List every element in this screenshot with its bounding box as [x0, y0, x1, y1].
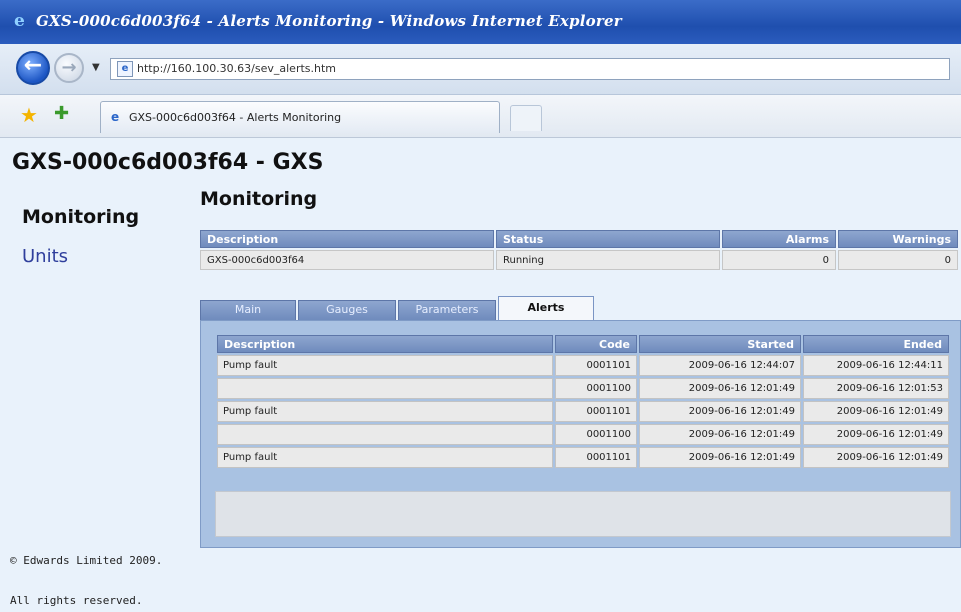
new-tab-button[interactable] [510, 105, 542, 131]
alert-description: Pump fault [217, 355, 553, 376]
alert-ended: 2009-06-16 12:01:49 [803, 401, 949, 422]
alert-ended: 2009-06-16 12:01:53 [803, 378, 949, 399]
footer-copyright: © Edwards Limited 2009. [10, 554, 163, 567]
alerts-header-row: Description Code Started Ended [217, 335, 949, 353]
back-arrow-icon: ← [23, 53, 43, 78]
add-favorites-icon[interactable]: ✚ [54, 103, 69, 124]
sidebar-heading: Monitoring [22, 206, 140, 228]
alerts-panel: Description Code Started Ended Pump faul… [200, 320, 961, 548]
window-title-bar: e GXS-000c6d003f64 - Alerts Monitoring -… [0, 0, 961, 44]
alert-description: Pump fault [217, 401, 553, 422]
table-row: Pump fault 0001101 2009-06-16 12:01:49 2… [217, 447, 949, 468]
alert-code: 0001101 [555, 447, 637, 468]
summary-header-warnings: Warnings [838, 230, 958, 248]
alerts-table: Description Code Started Ended Pump faul… [215, 333, 951, 470]
url-text: http://160.100.30.63/sev_alerts.htm [137, 62, 337, 75]
table-row: 0001100 2009-06-16 12:01:49 2009-06-16 1… [217, 424, 949, 445]
alert-code: 0001100 [555, 378, 637, 399]
browser-tab-active[interactable]: e GXS-000c6d003f64 - Alerts Monitoring [100, 101, 500, 133]
tab-alerts[interactable]: Alerts [498, 296, 594, 322]
footer-rights: All rights reserved. [10, 594, 143, 607]
url-input[interactable]: e http://160.100.30.63/sev_alerts.htm [110, 58, 950, 80]
alerts-header-ended: Ended [803, 335, 949, 353]
summary-header-description: Description [200, 230, 494, 248]
page-content: GXS-000c6d003f64 - GXS Monitoring Units … [0, 138, 961, 612]
history-dropdown-icon[interactable]: ▼ [92, 62, 100, 73]
tab-page-icon: e [111, 110, 120, 124]
main-heading: Monitoring [200, 188, 318, 210]
page-icon: e [117, 61, 133, 77]
forward-arrow-icon: → [61, 57, 77, 78]
alert-code: 0001100 [555, 424, 637, 445]
tab-parameters[interactable]: Parameters [398, 300, 496, 320]
alerts-empty-area [215, 491, 951, 537]
alerts-header-code: Code [555, 335, 637, 353]
alert-started: 2009-06-16 12:01:49 [639, 401, 801, 422]
alerts-header-description: Description [217, 335, 553, 353]
alert-description [217, 424, 553, 445]
summary-header-alarms: Alarms [722, 230, 836, 248]
alert-started: 2009-06-16 12:01:49 [639, 424, 801, 445]
table-row: 0001100 2009-06-16 12:01:49 2009-06-16 1… [217, 378, 949, 399]
favorites-bar: ★ ✚ e GXS-000c6d003f64 - Alerts Monitori… [0, 95, 961, 138]
summary-header-status: Status [496, 230, 720, 248]
alert-started: 2009-06-16 12:01:49 [639, 447, 801, 468]
address-bar-area: ← → ▼ e http://160.100.30.63/sev_alerts.… [0, 44, 961, 95]
alert-code: 0001101 [555, 355, 637, 376]
summary-warnings: 0 [838, 250, 958, 270]
alerts-header-started: Started [639, 335, 801, 353]
summary-status: Running [496, 250, 720, 270]
tabs-row: Main Gauges Parameters Alerts [200, 296, 600, 322]
alert-ended: 2009-06-16 12:01:49 [803, 447, 949, 468]
table-row: Pump fault 0001101 2009-06-16 12:01:49 2… [217, 401, 949, 422]
table-row: Pump fault 0001101 2009-06-16 12:44:07 2… [217, 355, 949, 376]
alert-code: 0001101 [555, 401, 637, 422]
alert-started: 2009-06-16 12:44:07 [639, 355, 801, 376]
window-title: GXS-000c6d003f64 - Alerts Monitoring - W… [36, 12, 622, 30]
tab-gauges[interactable]: Gauges [298, 300, 396, 320]
back-button[interactable]: ← [16, 51, 50, 85]
browser-tab-label: GXS-000c6d003f64 - Alerts Monitoring [129, 111, 342, 124]
alert-ended: 2009-06-16 12:44:11 [803, 355, 949, 376]
ie-logo-icon: e [14, 11, 25, 31]
summary-table: Description Status Alarms Warnings GXS-0… [198, 228, 960, 272]
summary-description: GXS-000c6d003f64 [200, 250, 494, 270]
alert-ended: 2009-06-16 12:01:49 [803, 424, 949, 445]
alert-description: Pump fault [217, 447, 553, 468]
forward-button[interactable]: → [54, 53, 84, 83]
sidebar-link-units[interactable]: Units [22, 246, 68, 267]
page-title: GXS-000c6d003f64 - GXS [12, 150, 324, 175]
tab-main[interactable]: Main [200, 300, 296, 320]
favorites-star-icon[interactable]: ★ [20, 103, 38, 127]
summary-alarms: 0 [722, 250, 836, 270]
summary-header-row: Description Status Alarms Warnings [200, 230, 958, 248]
alert-description [217, 378, 553, 399]
alert-started: 2009-06-16 12:01:49 [639, 378, 801, 399]
summary-row: GXS-000c6d003f64 Running 0 0 [200, 250, 958, 270]
